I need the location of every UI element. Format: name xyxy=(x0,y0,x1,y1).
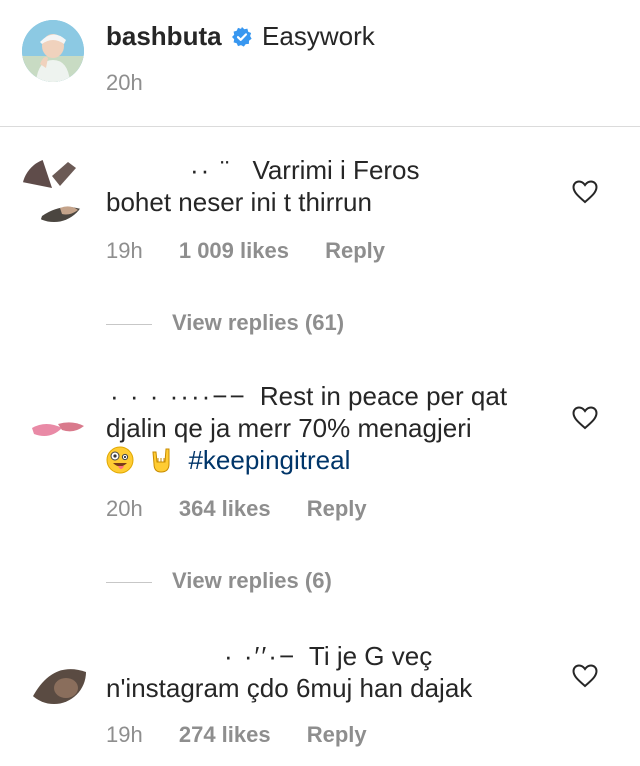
comment-hashtag[interactable]: #keepingitreal xyxy=(188,445,350,475)
comment-time: 19h xyxy=(106,238,143,263)
post-author-avatar[interactable] xyxy=(22,20,84,82)
comment-time: 20h xyxy=(106,496,143,521)
comment-text: djalin qe ja merr 70% menagjeri xyxy=(106,413,472,443)
heart-outline-icon[interactable] xyxy=(572,406,598,430)
view-replies-label: View replies (61) xyxy=(172,310,345,335)
comment-text: Varrimi i Feros xyxy=(252,155,420,185)
post-time: 20h xyxy=(106,70,143,95)
reply-button[interactable]: Reply xyxy=(325,238,385,263)
header-divider xyxy=(0,126,640,127)
comment-username[interactable]: · ·′′·− xyxy=(224,641,296,671)
comment-username[interactable]: · · · ····−− xyxy=(110,381,247,411)
view-replies-button[interactable]: View replies (6) xyxy=(106,568,332,594)
comment-avatar[interactable] xyxy=(22,158,86,222)
sign-of-horns-emoji xyxy=(147,446,175,474)
post-username[interactable]: bashbuta xyxy=(106,21,222,51)
view-replies-button[interactable]: View replies (61) xyxy=(106,310,344,336)
comment-text: n'instagram çdo 6muj han dajak xyxy=(106,673,473,703)
comment-likes[interactable]: 1 009 likes xyxy=(179,238,289,263)
comment-time: 19h xyxy=(106,722,143,747)
post-caption: Easywork xyxy=(262,21,375,51)
zany-face-emoji xyxy=(106,446,134,474)
view-replies-line xyxy=(106,323,152,325)
heart-outline-icon[interactable] xyxy=(572,180,598,204)
comment-text: Rest in peace per qat xyxy=(259,381,508,411)
comment-text: bohet neser ini t thirrun xyxy=(106,187,372,217)
reply-button[interactable]: Reply xyxy=(307,496,367,521)
comment-avatar[interactable] xyxy=(22,640,86,704)
reply-button[interactable]: Reply xyxy=(307,722,367,747)
heart-outline-icon[interactable] xyxy=(572,664,598,688)
comment-username[interactable]: ·· ¨ xyxy=(190,155,231,185)
verified-badge-icon xyxy=(231,22,252,54)
comment-text: Ti je G veç xyxy=(308,641,433,671)
comment-likes[interactable]: 274 likes xyxy=(179,722,271,747)
view-replies-line xyxy=(106,581,152,583)
view-replies-label: View replies (6) xyxy=(172,568,332,593)
comment-likes[interactable]: 364 likes xyxy=(179,496,271,521)
comment-avatar[interactable] xyxy=(22,384,86,448)
